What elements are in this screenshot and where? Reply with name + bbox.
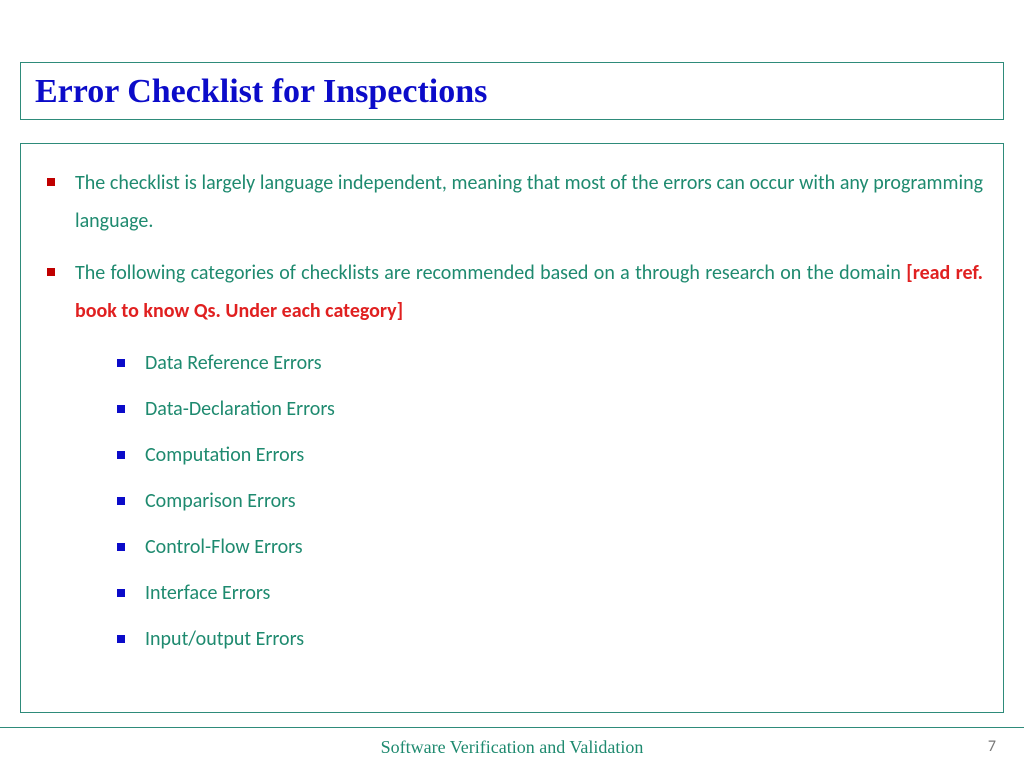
category-item: Data-Declaration Errors — [113, 386, 983, 432]
category-item: Input/output Errors — [113, 616, 983, 662]
bullet-2: The following categories of checklists a… — [41, 254, 983, 662]
bullet-1: The checklist is largely language indepe… — [41, 164, 983, 240]
category-item: Computation Errors — [113, 432, 983, 478]
category-item: Control-Flow Errors — [113, 524, 983, 570]
category-item: Comparison Errors — [113, 478, 983, 524]
category-item: Data Reference Errors — [113, 340, 983, 386]
footer-divider — [0, 727, 1024, 728]
category-item: Interface Errors — [113, 570, 983, 616]
main-list: The checklist is largely language indepe… — [41, 164, 983, 662]
slide-title: Error Checklist for Inspections — [35, 73, 989, 111]
category-list: Data Reference Errors Data-Declaration E… — [113, 340, 983, 662]
footer-text: Software Verification and Validation — [0, 737, 1024, 758]
page-number: 7 — [988, 737, 996, 756]
bullet-2-text: The following categories of checklists a… — [75, 261, 906, 285]
content-container: The checklist is largely language indepe… — [20, 143, 1004, 713]
title-container: Error Checklist for Inspections — [20, 62, 1004, 120]
